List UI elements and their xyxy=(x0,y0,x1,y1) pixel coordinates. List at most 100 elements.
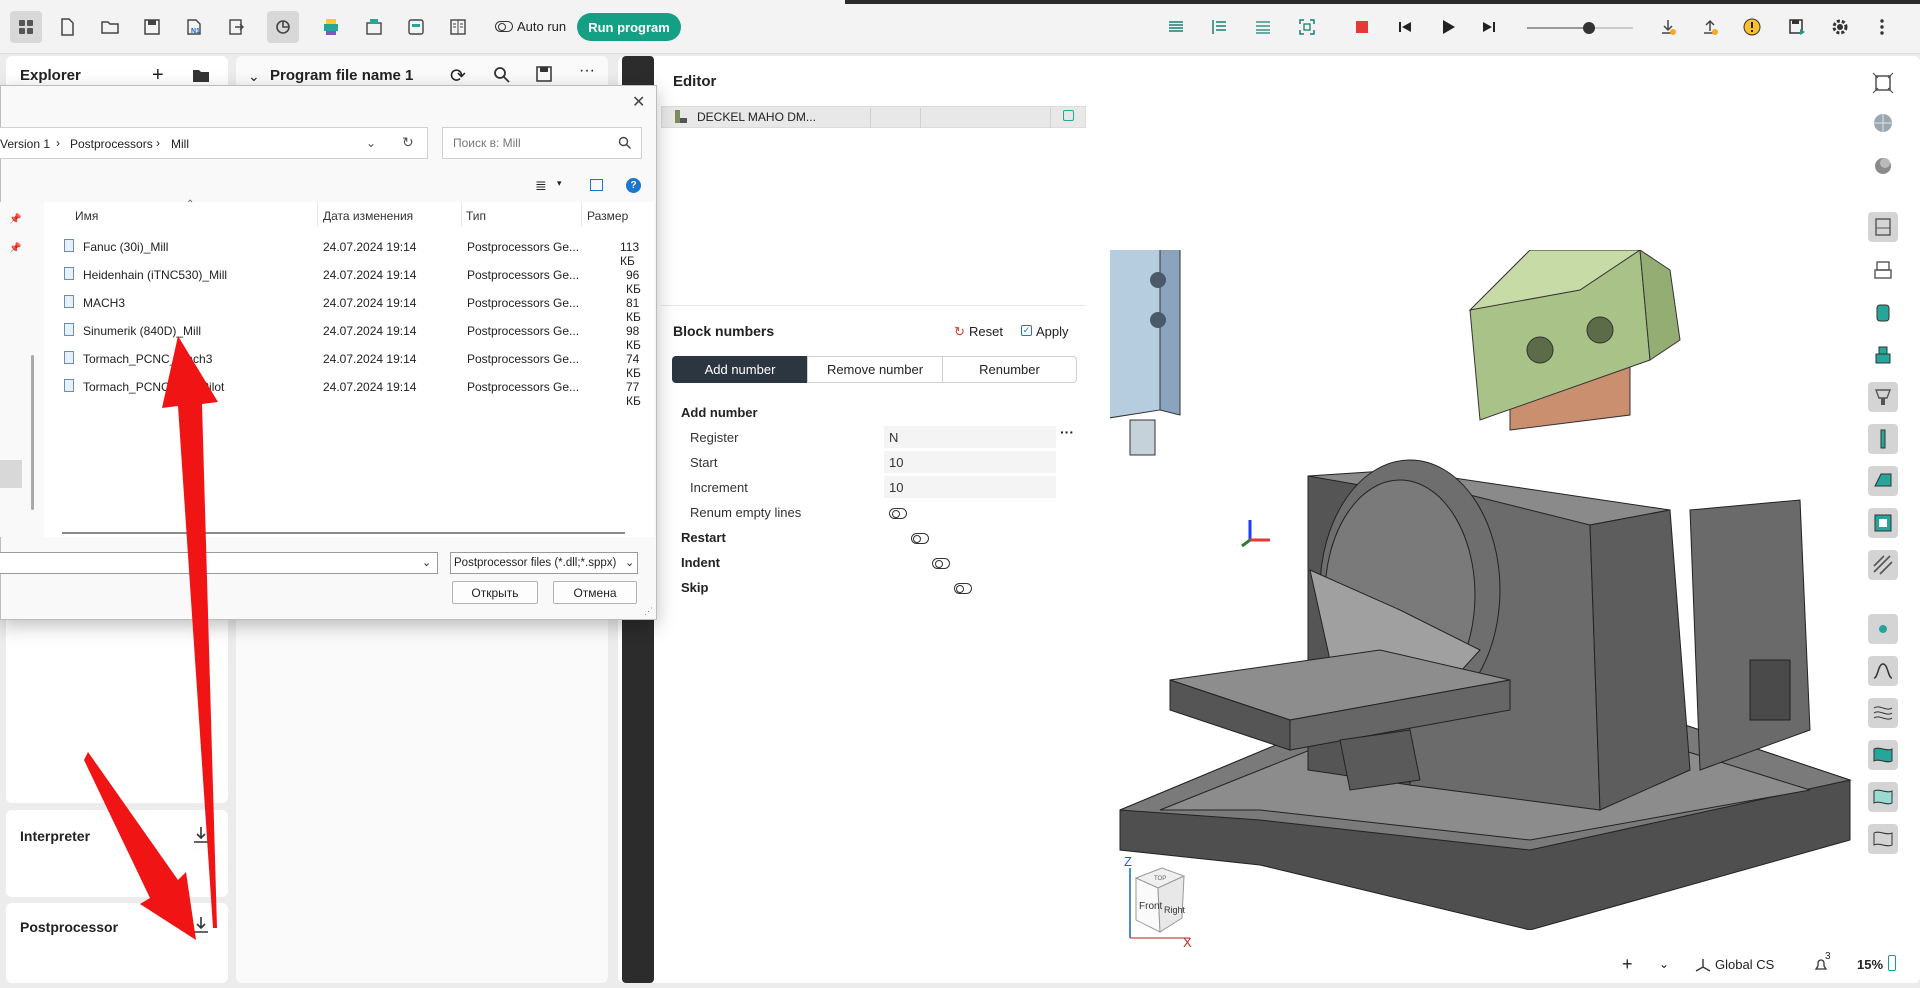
machine-view-icon[interactable] xyxy=(1868,212,1898,242)
report-icon[interactable] xyxy=(442,11,474,43)
file-row[interactable]: Tormach_PCNC_Mach3 24.07.2024 19:14 Postpr… xyxy=(60,344,654,380)
register-field[interactable]: N xyxy=(889,430,898,445)
dialog-search-input[interactable]: Поиск в: Mill xyxy=(442,127,642,159)
machine-frame-icon[interactable] xyxy=(1063,110,1074,121)
reset-icon[interactable]: ↻ xyxy=(954,324,965,340)
chevron-down-icon[interactable]: ⌄ xyxy=(366,136,376,150)
more-horizontal-icon[interactable]: ··· xyxy=(579,62,595,80)
open-folder-icon[interactable] xyxy=(94,11,126,43)
shell-icon[interactable] xyxy=(1868,824,1898,854)
more-vertical-icon[interactable] xyxy=(1866,11,1898,43)
wrap-lines-icon[interactable] xyxy=(1247,11,1279,43)
speed-slider-track[interactable] xyxy=(1595,27,1633,29)
apply-button[interactable]: Apply xyxy=(1036,324,1069,339)
save-run-icon[interactable] xyxy=(1781,11,1813,43)
chevron-down-icon[interactable]: ⌄ xyxy=(625,556,635,569)
start-field[interactable]: 10 xyxy=(889,455,903,470)
nav-selected-item[interactable] xyxy=(0,460,22,488)
breadcrumb-mill[interactable]: Mill xyxy=(171,137,189,151)
close-icon[interactable]: ✕ xyxy=(632,92,645,112)
folder-icon[interactable] xyxy=(192,69,210,86)
breadcrumb-postprocessors[interactable]: Postprocessors xyxy=(70,137,153,151)
stop-icon[interactable] xyxy=(1346,11,1378,43)
sphere-view-icon[interactable] xyxy=(1868,108,1898,138)
focus-frame-icon[interactable] xyxy=(1291,11,1323,43)
settings-gear-icon[interactable] xyxy=(1824,11,1856,43)
resize-grip-icon[interactable]: ⋰ xyxy=(644,606,653,617)
nav-scrollbar[interactable] xyxy=(31,355,34,510)
play-icon[interactable] xyxy=(1432,11,1464,43)
save-small-icon[interactable] xyxy=(536,66,552,85)
step-forward-icon[interactable] xyxy=(1473,11,1505,43)
workpiece-icon[interactable] xyxy=(1868,508,1898,538)
apps-grid-icon[interactable] xyxy=(10,11,42,43)
increment-field[interactable]: 10 xyxy=(889,480,903,495)
point-icon[interactable] xyxy=(1868,614,1898,644)
tab-remove-number[interactable]: Remove number xyxy=(807,356,943,383)
fit-view-icon[interactable] xyxy=(1868,68,1898,98)
pin-icon[interactable]: 📌 xyxy=(9,214,21,225)
reset-button[interactable]: Reset xyxy=(969,324,1003,339)
preview-pane-icon[interactable] xyxy=(590,179,603,191)
file-row[interactable]: Fanuc (30i)_Mill 24.07.2024 19:14 Postproc… xyxy=(60,232,654,268)
download-icon[interactable] xyxy=(192,916,210,937)
save-icon[interactable] xyxy=(136,11,168,43)
apply-check-icon[interactable]: ✓ xyxy=(1021,325,1032,336)
stock-cylinder-icon[interactable] xyxy=(1868,298,1898,328)
help-icon[interactable]: ? xyxy=(626,178,641,193)
skip-toggle[interactable] xyxy=(953,583,972,594)
alert-icon[interactable] xyxy=(1736,11,1768,43)
new-file-icon[interactable] xyxy=(51,11,83,43)
tab-renumber[interactable]: Renumber xyxy=(942,356,1077,383)
tab-add-number[interactable]: Add number xyxy=(672,356,808,383)
tool-path-icon[interactable] xyxy=(267,11,299,43)
search-icon[interactable] xyxy=(618,136,632,153)
download-warning-icon[interactable] xyxy=(1652,11,1684,43)
refresh-icon[interactable]: ↻ xyxy=(402,134,414,151)
column-date[interactable]: Дата изменения xyxy=(323,209,413,223)
part-icon[interactable] xyxy=(1868,466,1898,496)
face-icon[interactable] xyxy=(1868,740,1898,770)
address-bar[interactable]: Version 1 › Postprocessors › Mill ⌄ ↻ xyxy=(0,127,428,159)
add-icon[interactable]: + xyxy=(152,64,164,87)
add-icon[interactable]: + xyxy=(1622,954,1633,975)
block-numbers-icon[interactable]: N1 xyxy=(178,11,210,43)
file-row[interactable]: Heidenhain (iTNC530)_Mill 24.07.2024 19:1… xyxy=(60,260,654,296)
fixture-icon[interactable] xyxy=(1868,340,1898,370)
view-options-icon[interactable]: ≣ xyxy=(535,177,547,194)
restart-toggle[interactable] xyxy=(910,533,929,544)
file-row[interactable]: Tormach_PCNC_PathPilot 24.07.2024 19:14 Po… xyxy=(60,372,654,408)
chevron-down-icon[interactable]: ⌄ xyxy=(422,556,431,569)
machine-printer-icon[interactable] xyxy=(315,11,347,43)
hatch-icon[interactable] xyxy=(1868,550,1898,580)
run-program-button[interactable]: Run program xyxy=(577,13,681,41)
view-cube[interactable]: TOP Front Right xyxy=(1120,858,1210,951)
import-icon[interactable] xyxy=(220,11,252,43)
autorun-toggle[interactable]: Auto run xyxy=(495,19,566,34)
open-button[interactable]: Открыть xyxy=(452,581,538,604)
chevron-down-icon[interactable]: ⌄ xyxy=(248,68,260,85)
simulation-icon[interactable] xyxy=(400,11,432,43)
chevron-down-icon[interactable]: ▾ xyxy=(557,178,562,189)
holder-icon[interactable] xyxy=(1868,382,1898,412)
shaded-view-icon[interactable] xyxy=(1868,150,1898,180)
indent-lines-icon[interactable] xyxy=(1203,11,1235,43)
list-lines-icon[interactable] xyxy=(1160,11,1192,43)
toggle-icon[interactable] xyxy=(495,21,513,32)
download-icon[interactable] xyxy=(192,826,210,847)
surface-icon[interactable] xyxy=(1868,698,1898,728)
column-type[interactable]: Тип xyxy=(466,209,486,223)
cancel-button[interactable]: Отмена xyxy=(553,581,637,604)
curve-icon[interactable] xyxy=(1868,656,1898,686)
renum-empty-toggle[interactable] xyxy=(889,508,907,519)
search-icon[interactable] xyxy=(493,66,511,87)
upload-warning-icon[interactable] xyxy=(1694,11,1726,43)
column-size[interactable]: Размер xyxy=(587,209,628,223)
cs-label[interactable]: Global CS xyxy=(1715,957,1774,972)
tool-icon[interactable] xyxy=(1868,424,1898,454)
pin-icon[interactable]: 📌 xyxy=(9,243,21,254)
file-name-input[interactable]: ⌄ xyxy=(0,552,438,574)
chevron-down-icon[interactable]: ⌄ xyxy=(1659,957,1669,971)
step-back-icon[interactable] xyxy=(1389,11,1421,43)
file-row[interactable]: Sinumerik (840D)_Mill 24.07.2024 19:14 Pos… xyxy=(60,316,654,352)
